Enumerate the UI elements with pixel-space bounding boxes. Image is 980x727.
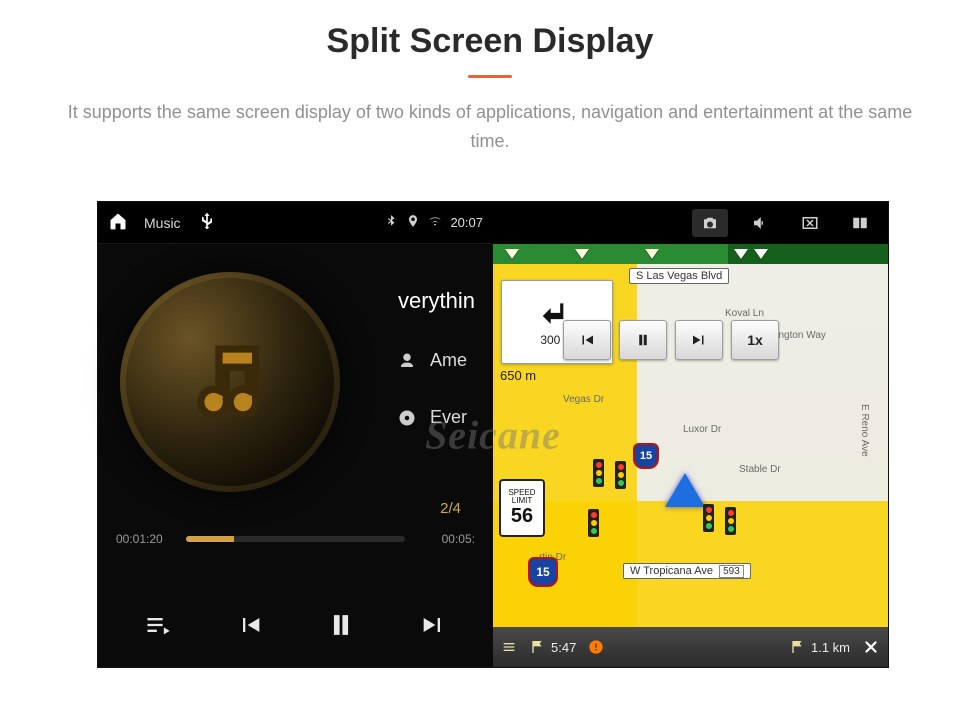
traffic-light-icon — [615, 461, 626, 489]
interstate-shield: 15 — [633, 443, 659, 469]
traffic-light-icon — [588, 509, 599, 537]
nav-eta: 5:47 — [529, 639, 576, 655]
track-artist-row: Ame — [398, 350, 475, 371]
next-button[interactable] — [413, 605, 453, 645]
android-system-bar — [493, 202, 888, 244]
music-app-label: Music — [144, 215, 181, 231]
traffic-light-icon — [725, 507, 736, 535]
playlist-button[interactable] — [138, 605, 178, 645]
sim-pause-button[interactable] — [619, 320, 667, 360]
lane-arrow-icon — [645, 249, 659, 259]
screenshot-button[interactable] — [692, 209, 728, 237]
lane-arrow-icon — [575, 249, 589, 259]
volume-button[interactable] — [742, 209, 778, 237]
track-artist: Ame — [430, 350, 467, 371]
nav-close-button[interactable] — [862, 638, 880, 656]
road-label-reno: E Reno Ave — [859, 404, 870, 457]
location-icon — [406, 214, 420, 231]
music-topbar: Music 20:07 — [98, 202, 493, 244]
page-description: It supports the same screen display of t… — [0, 98, 980, 156]
lane-arrow-icon — [734, 249, 748, 259]
disc-icon — [398, 409, 416, 427]
track-album: Ever — [430, 407, 467, 428]
nav-menu-button[interactable] — [501, 639, 517, 655]
turn-distance-2: 650 m — [500, 368, 536, 383]
road-label-koval: Koval Ln — [725, 308, 764, 319]
page-title: Split Screen Display — [0, 22, 980, 61]
track-title: verythin — [398, 288, 475, 314]
usb-icon — [197, 211, 217, 234]
pause-button[interactable] — [321, 605, 361, 645]
nav-bottom-bar: 5:47 1.1 km — [493, 627, 888, 667]
sim-prev-button[interactable] — [563, 320, 611, 360]
lane-arrow-icon — [754, 249, 768, 259]
music-note-icon — [186, 338, 274, 426]
progress-bar[interactable] — [186, 536, 405, 542]
time-elapsed: 00:01:20 — [116, 532, 176, 546]
navigation-panel: S Las Vegas Blvd Koval Ln Duke Ellington… — [493, 202, 888, 667]
time-total: 00:05: — [415, 532, 475, 546]
flag-icon — [529, 639, 545, 655]
road-label-luxor: Luxor Dr — [683, 424, 721, 435]
nav-warning[interactable] — [588, 639, 604, 655]
bluetooth-icon — [384, 214, 398, 231]
status-clock: 20:07 — [450, 215, 483, 230]
split-view-button[interactable] — [842, 209, 878, 237]
sim-speed-button[interactable]: 1x — [731, 320, 779, 360]
interstate-shield: 15 — [528, 557, 558, 587]
road-label-las-vegas-blvd: S Las Vegas Blvd — [629, 268, 729, 284]
nav-remaining-distance: 1.1 km — [789, 639, 850, 655]
track-album-row: Ever — [398, 407, 475, 428]
lane-arrow-icon — [505, 249, 519, 259]
close-app-button[interactable] — [792, 209, 828, 237]
traffic-light-icon — [703, 504, 714, 532]
person-icon — [398, 352, 416, 370]
nav-lane-bar — [493, 244, 888, 264]
lane-maneuver-box — [728, 244, 888, 264]
track-title-row: verythin — [398, 288, 475, 314]
split-screen-device: Music 20:07 verythin Ame — [98, 202, 888, 667]
home-icon[interactable] — [108, 211, 128, 234]
vehicle-heading-icon — [665, 473, 705, 507]
wifi-icon — [428, 214, 442, 231]
road-label-tropicana: W Tropicana Ave 593 — [623, 563, 751, 579]
music-panel: Music 20:07 verythin Ame — [98, 202, 493, 667]
prev-button[interactable] — [230, 605, 270, 645]
title-underline — [468, 75, 512, 78]
flag-icon — [789, 639, 805, 655]
track-counter: 2/4 — [440, 500, 461, 517]
sim-next-button[interactable] — [675, 320, 723, 360]
road-label-vegas-dr: Vegas Dr — [563, 394, 604, 405]
map[interactable]: S Las Vegas Blvd Koval Ln Duke Ellington… — [493, 264, 888, 627]
speed-limit-sign: SPEED LIMIT 56 — [499, 479, 545, 537]
detour-icon — [588, 639, 604, 655]
album-art — [120, 272, 340, 492]
road-label-stable: Stable Dr — [739, 464, 781, 475]
traffic-light-icon — [593, 459, 604, 487]
